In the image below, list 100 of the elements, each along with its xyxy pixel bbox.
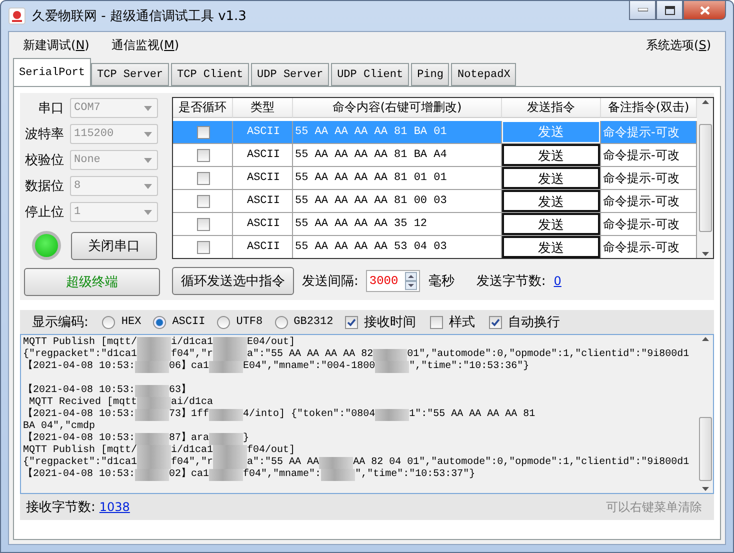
table-cell: 命令提示-可改 [601,144,697,167]
radio-label: UTF8 [236,316,263,328]
window-title: 久爱物联网 - 超级通信调试工具 v1.3 [32,8,246,25]
interval-spinner[interactable]: 3000 [366,270,420,292]
log-text: {"regpacket":"d1ca1 [23,349,138,360]
checkbox[interactable] [197,172,210,184]
table-cell: 55 AA AA AA AA 81 01 01 [293,167,502,190]
tab[interactable]: NotepadX [451,63,516,86]
log-text: f04","r [171,349,214,360]
column-header: 发送指令 [502,98,601,118]
redacted-area [209,409,244,421]
log-text: AA 82 04 01","automode":0,"opmode":1,"clientid":"9i800d1 [353,457,690,468]
scrollbar[interactable] [697,98,713,258]
minimize-icon [638,8,648,12]
caret-icon [144,210,152,214]
log-text: MQTT Recived [mqtt [28,397,138,408]
unit-label: 毫秒 [428,273,454,290]
redacted-area [209,469,244,481]
scroll-down-icon[interactable] [702,252,708,256]
scroll-up-icon[interactable] [702,337,708,341]
redacted-area [319,457,354,469]
redacted-area [375,361,410,373]
send-button[interactable]: 发送 [502,213,600,235]
close-button[interactable] [683,1,726,20]
tab[interactable]: Ping [411,63,450,86]
checkbox[interactable] [345,316,358,328]
caret-icon [144,184,152,188]
table-cell: ASCII [233,121,293,144]
checkbox-label: 自动换行 [508,314,560,331]
table-cell: 55 AA AA AA AA 81 BA 01 [293,121,502,144]
tab[interactable]: TCP Server [91,63,170,86]
radio-button[interactable] [274,316,288,328]
menu-item[interactable]: 新建调试(N) [23,36,90,54]
loop-send-button[interactable]: 循环发送选中指令 [172,267,294,295]
send-button[interactable]: 发送 [502,236,600,258]
log-text: i/d1ca1 [171,445,214,456]
column-header: 备注指令(双击) [601,98,697,118]
redacted-area [209,433,244,445]
tab[interactable]: SerialPort [13,58,92,86]
minimize-button[interactable] [629,1,656,20]
received-bytes-count[interactable]: 1038 [99,500,130,514]
log-text: 【2021-04-08 10:53: [23,385,136,396]
menu-item[interactable]: 通信监视(M) [111,36,180,54]
super-terminal-button[interactable]: 超级终端 [24,268,160,296]
checkbox[interactable] [197,218,210,230]
tab[interactable]: TCP Client [171,63,250,86]
checkbox[interactable] [197,240,210,254]
column-header: 命令内容(右键可增删改) [293,98,502,118]
tab[interactable]: UDP Client [331,63,410,86]
send-button[interactable]: 发送 [502,144,600,166]
redacted-area [209,361,244,373]
radio-button[interactable] [102,316,116,328]
checkbox[interactable] [430,316,444,328]
send-button[interactable]: 发送 [502,190,600,212]
checkbox[interactable] [489,316,502,328]
table-cell: 55 AA AA AA AA 53 04 03 [293,236,502,258]
redacted-area [137,445,172,457]
radio-label: GB2312 [294,316,334,328]
maximize-button[interactable] [656,1,683,20]
redacted-area [213,457,248,469]
scroll-down-icon[interactable] [702,487,708,491]
radio-button[interactable] [217,316,230,328]
redacted-area [135,433,170,445]
redacted-area [137,457,172,469]
scrollbar[interactable] [697,335,713,493]
table-cell: 55 AA AA AA AA 81 00 03 [293,190,502,213]
setting-label: 停止位 [24,204,64,221]
maximize-icon [664,6,674,14]
menu-item[interactable]: 系统选项(S) [646,36,711,54]
interval-label: 发送间隔: [302,273,358,290]
radio-button[interactable] [153,316,166,328]
checkbox[interactable] [197,194,210,208]
checkbox[interactable] [197,126,210,138]
table-cell: ASCII [233,167,293,190]
sent-bytes-count[interactable]: 0 [554,274,562,288]
log-text: } [243,433,250,444]
redacted-area [213,349,248,361]
redacted-area [135,361,170,373]
scroll-up-icon[interactable] [702,100,708,104]
received-bytes-label: 接收字节数: [26,499,96,516]
redacted-area [321,469,356,481]
checkbox-label: 样式 [449,314,476,331]
caret-icon [144,132,152,136]
checkbox[interactable] [197,148,210,162]
table-cell: ASCII [233,144,293,167]
log-text: E04","mname":"004-1800 [243,361,376,373]
redacted-area [135,385,170,397]
tab[interactable]: UDP Server [251,63,330,86]
setting-label: 校验位 [24,152,64,169]
redacted-area [213,337,248,349]
log-text: a":"55 AA AA [247,457,320,468]
log-text: ","time":"10:53:37"} [355,469,476,481]
close-port-button[interactable]: 关闭串口 [71,232,157,260]
log-text: 【2021-04-08 10:53: [23,433,136,444]
setting-label: 数据位 [24,178,64,195]
log-text: 1":"55 AA AA AA AA 81 [409,409,536,421]
redacted-area [137,397,172,409]
table-cell: 命令提示-可改 [601,121,697,144]
send-button[interactable]: 发送 [502,167,600,189]
caret-icon [144,106,152,110]
